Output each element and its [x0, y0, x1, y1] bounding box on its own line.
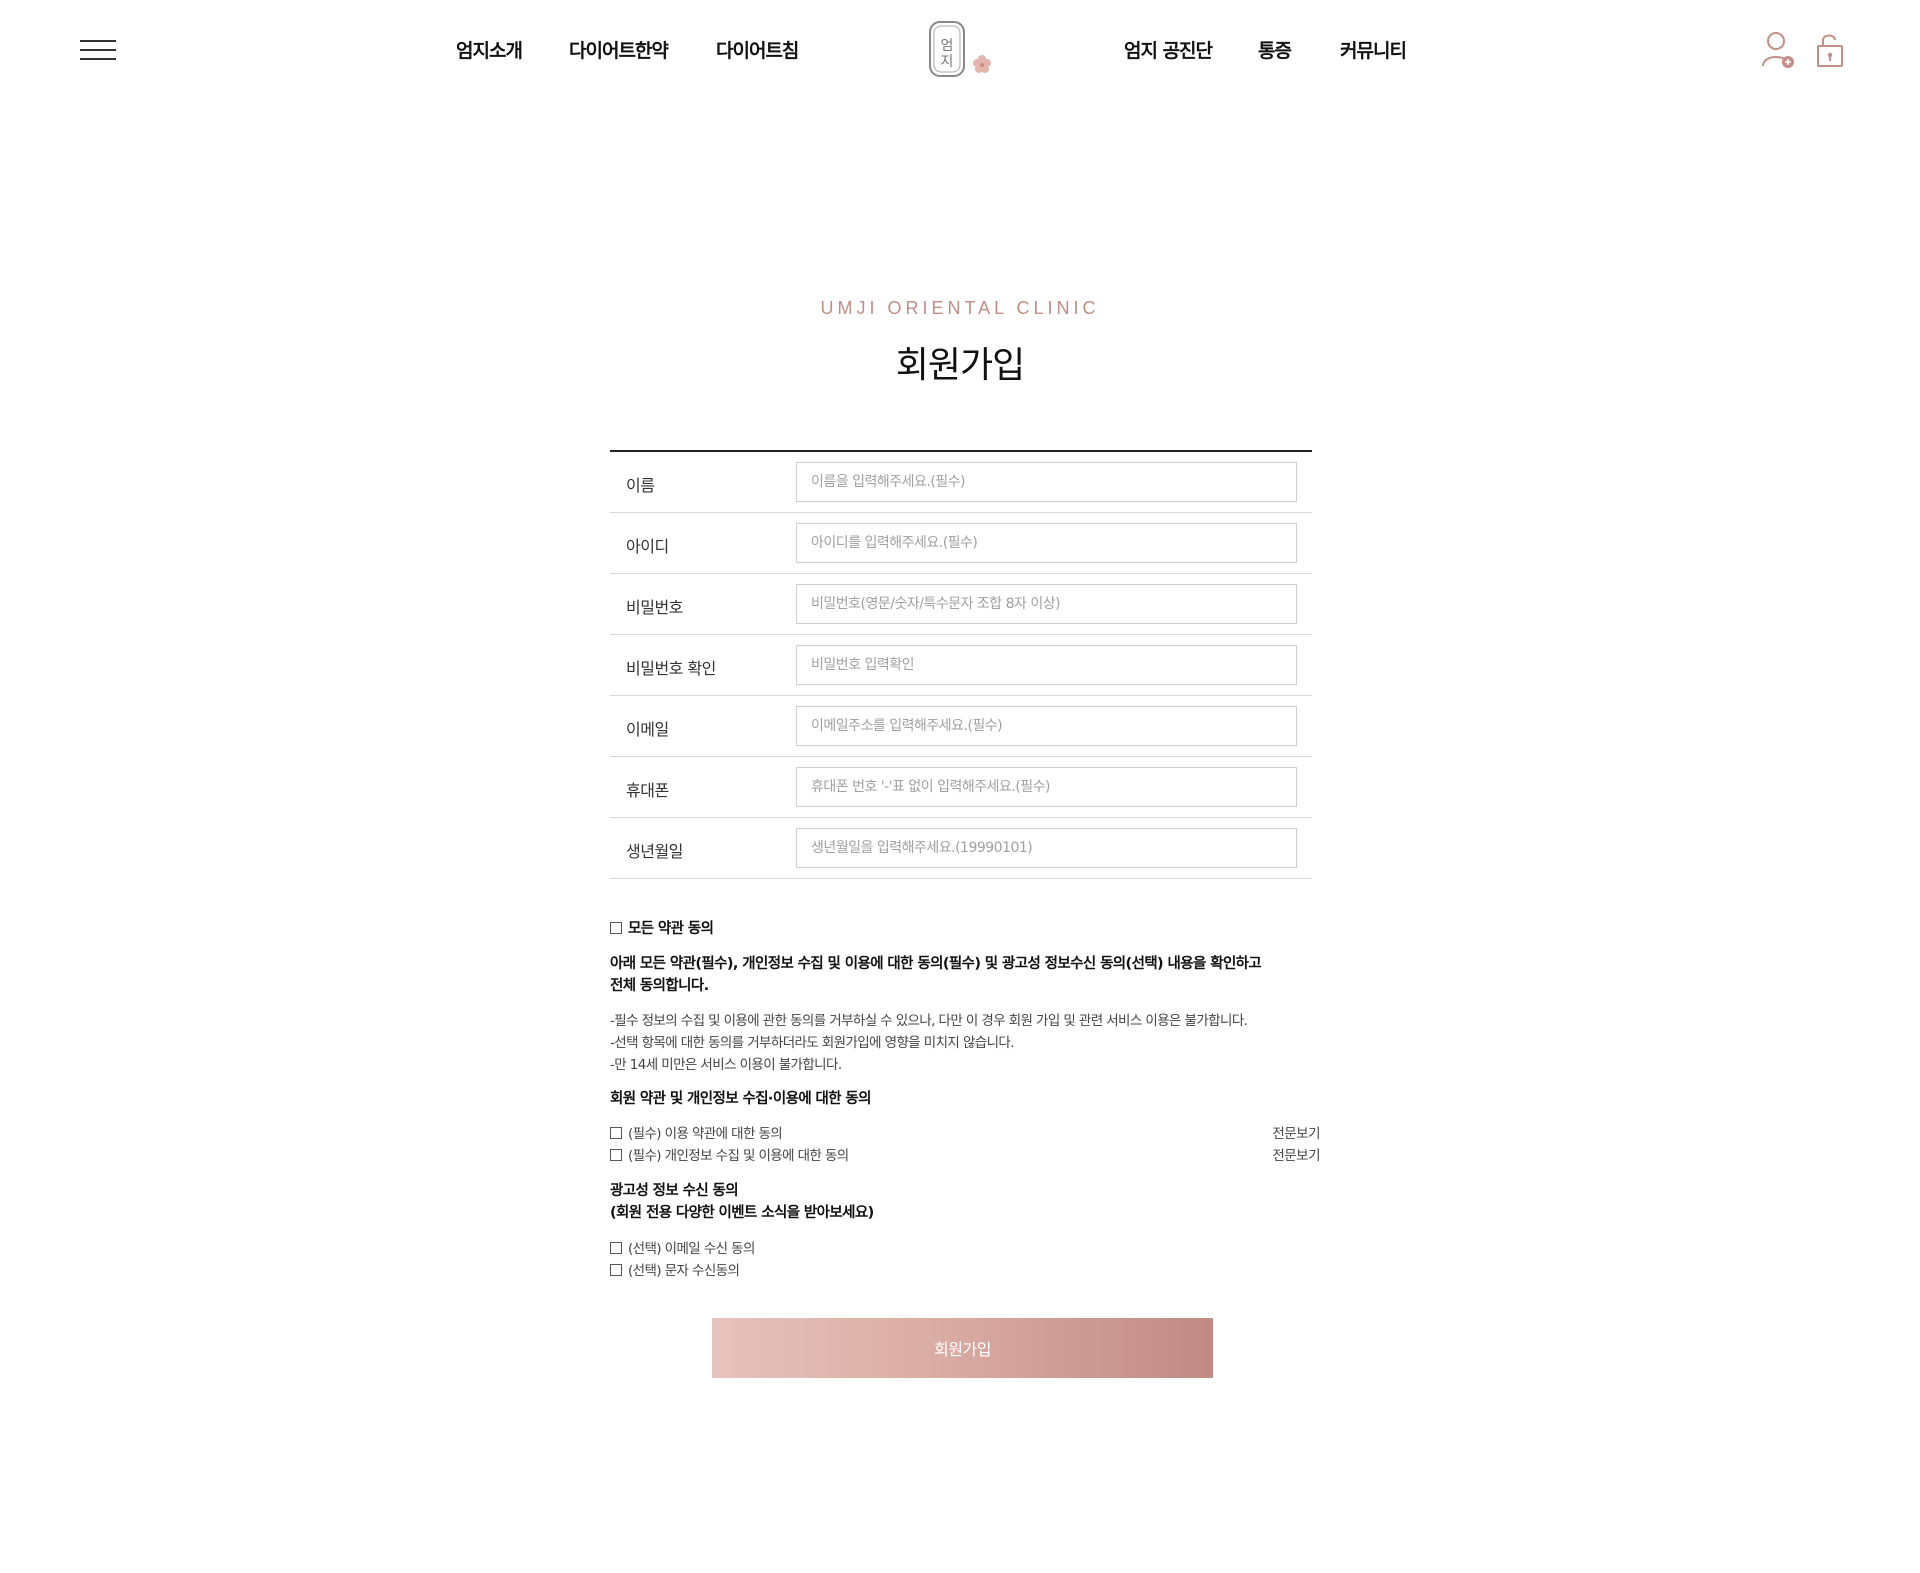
- password-label: 비밀번호: [626, 598, 683, 617]
- name-input[interactable]: [796, 462, 1297, 502]
- site-header: 엄지소개 다이어트한약 다이어트침 엄 지 엄지 공진단 통증 커뮤니티: [0, 0, 1920, 100]
- terms-checkbox[interactable]: [610, 1127, 622, 1139]
- agree-all-checkbox[interactable]: [610, 922, 622, 934]
- privacy-label: (필수) 개인정보 수집 및 이용에 대한 동의: [628, 1148, 849, 1164]
- agree-note: -만 14세 미만은 서비스 이용이 불가합니다.: [610, 1057, 842, 1073]
- id-label: 아이디: [626, 537, 669, 556]
- signup-submit-button[interactable]: 회원가입: [712, 1318, 1213, 1378]
- ad-sms-checkbox[interactable]: [610, 1264, 622, 1276]
- nav-item-pain[interactable]: 통증: [1258, 36, 1292, 63]
- form-row-password: 비밀번호: [610, 574, 1312, 635]
- privacy-checkbox[interactable]: [610, 1149, 622, 1161]
- email-label: 이메일: [626, 720, 669, 739]
- ad-heading-line1: 광고성 정보 수신 동의: [610, 1183, 739, 1199]
- signup-form: 이름 아이디 비밀번호 비밀번호 확인 이메일 휴대폰 생년월일: [610, 450, 1312, 879]
- ad-heading-line2: (회원 전용 다양한 이벤트 소식을 받아보세요): [610, 1205, 874, 1221]
- user-add-icon[interactable]: [1761, 30, 1795, 70]
- nav-item-gongjindan[interactable]: 엄지 공진단: [1124, 36, 1213, 63]
- form-row-birthdate: 생년월일: [610, 818, 1312, 879]
- form-row-phone: 휴대폰: [610, 757, 1312, 818]
- privacy-item-row: (필수) 개인정보 수집 및 이용에 대한 동의: [610, 1144, 849, 1164]
- nav-item-diet-acupuncture[interactable]: 다이어트침: [716, 36, 799, 63]
- agree-all-label: 모든 약관 동의: [628, 921, 714, 937]
- email-input[interactable]: [796, 706, 1297, 746]
- password-confirm-input[interactable]: [796, 645, 1297, 685]
- password-input[interactable]: [796, 584, 1297, 624]
- terms-view-link[interactable]: 전문보기: [1272, 1122, 1320, 1142]
- nav-item-diet-medicine[interactable]: 다이어트한약: [569, 36, 669, 63]
- ad-email-label: (선택) 이메일 수신 동의: [628, 1241, 755, 1257]
- id-input[interactable]: [796, 523, 1297, 563]
- form-row-password-confirm: 비밀번호 확인: [610, 635, 1312, 696]
- name-label: 이름: [626, 476, 655, 495]
- page-subtitle: UMJI ORIENTAL CLINIC: [820, 298, 1100, 318]
- svg-text:엄: 엄: [941, 38, 954, 54]
- nav-item-about[interactable]: 엄지소개: [456, 36, 523, 63]
- terms-item-row: (필수) 이용 약관에 대한 동의: [610, 1122, 783, 1142]
- terms-label: (필수) 이용 약관에 대한 동의: [628, 1126, 783, 1142]
- ad-email-row: (선택) 이메일 수신 동의: [610, 1237, 755, 1257]
- agree-all-row: 모든 약관 동의: [610, 917, 714, 938]
- ad-email-checkbox[interactable]: [610, 1242, 622, 1254]
- site-logo[interactable]: 엄 지: [928, 20, 1002, 80]
- agree-intro-line2: 전체 동의합니다.: [610, 978, 709, 994]
- agree-note: -선택 항목에 대한 동의를 거부하더라도 회원가입에 영향을 미치지 않습니다…: [610, 1035, 1015, 1051]
- birthdate-input[interactable]: [796, 828, 1297, 868]
- phone-input[interactable]: [796, 767, 1297, 807]
- form-row-name: 이름: [610, 452, 1312, 513]
- hamburger-menu-icon[interactable]: [80, 40, 116, 62]
- agree-intro-line1: 아래 모든 약관(필수), 개인정보 수집 및 이용에 대한 동의(필수) 및 …: [610, 956, 1262, 972]
- privacy-view-link[interactable]: 전문보기: [1272, 1144, 1320, 1164]
- nav-item-community[interactable]: 커뮤니티: [1340, 36, 1407, 63]
- lock-icon[interactable]: [1815, 30, 1849, 70]
- ad-sms-label: (선택) 문자 수신동의: [628, 1263, 740, 1279]
- agree-note: -필수 정보의 수집 및 이용에 관한 동의를 거부하실 수 있으나, 다만 이…: [610, 1013, 1248, 1029]
- form-row-id: 아이디: [610, 513, 1312, 574]
- phone-label: 휴대폰: [626, 781, 669, 800]
- page-title: 회원가입: [895, 345, 1025, 386]
- password-confirm-label: 비밀번호 확인: [626, 659, 716, 678]
- svg-text:지: 지: [941, 54, 954, 70]
- ad-sms-row: (선택) 문자 수신동의: [610, 1259, 740, 1279]
- birthdate-label: 생년월일: [626, 842, 683, 861]
- terms-heading: 회원 약관 및 개인정보 수집·이용에 대한 동의: [610, 1091, 872, 1107]
- form-row-email: 이메일: [610, 696, 1312, 757]
